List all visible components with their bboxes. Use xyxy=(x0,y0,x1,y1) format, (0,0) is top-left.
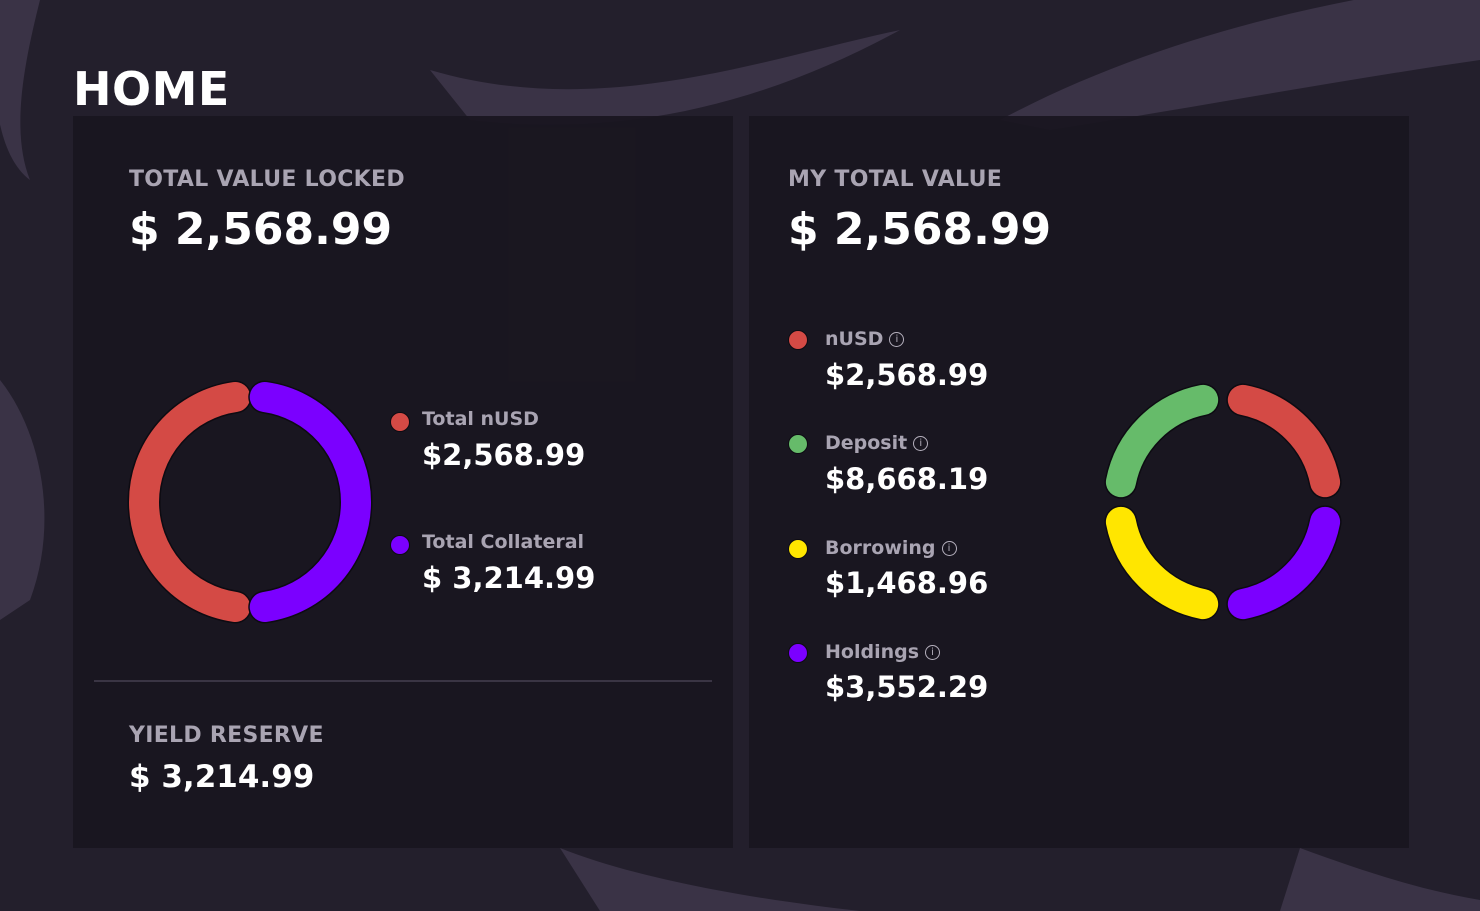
legend-label-total-nusd: Total nUSD xyxy=(422,408,539,430)
my-donut-segment-borrowing xyxy=(1104,505,1220,621)
legend-value-holdings: $3,552.29 xyxy=(825,670,989,704)
legend-label-deposit-text: Deposit xyxy=(825,432,908,454)
legend-label-nusd: nUSD i xyxy=(825,328,905,350)
info-icon[interactable]: i xyxy=(889,331,905,347)
my-donut-segment-deposit xyxy=(1104,383,1220,499)
tvl-donut-segment-total-collateral xyxy=(248,380,373,624)
legend-dot-borrowing xyxy=(788,539,808,559)
legend-dot-total-collateral xyxy=(390,535,410,555)
my-donut-segment-nusd xyxy=(1226,383,1342,499)
legend-value-total-nusd: $2,568.99 xyxy=(422,438,586,472)
legend-label-holdings: Holdings i xyxy=(825,641,941,663)
page-title: HOME xyxy=(73,62,230,116)
info-icon[interactable]: i xyxy=(941,540,957,556)
tvl-label: TOTAL VALUE LOCKED xyxy=(129,167,405,192)
my-total-value-label: MY TOTAL VALUE xyxy=(788,167,1003,192)
legend-label-holdings-text: Holdings xyxy=(825,641,920,663)
legend-label-total-collateral: Total Collateral xyxy=(422,531,585,553)
legend-dot-total-nusd xyxy=(390,412,410,432)
my-donut-segment-holdings xyxy=(1226,505,1342,621)
my-total-value: $ 2,568.99 xyxy=(788,204,1052,255)
my-value-donut-chart xyxy=(1104,383,1342,621)
legend-dot-holdings xyxy=(788,643,808,663)
legend-dot-deposit xyxy=(788,434,808,454)
legend-label-nusd-text: nUSD xyxy=(825,328,884,350)
yield-reserve-value: $ 3,214.99 xyxy=(129,759,315,795)
legend-value-deposit: $8,668.19 xyxy=(825,462,989,496)
legend-label-borrowing: Borrowing i xyxy=(825,537,957,559)
legend-value-total-collateral: $ 3,214.99 xyxy=(422,561,596,595)
tvl-value: $ 2,568.99 xyxy=(129,204,393,255)
tvl-donut-chart xyxy=(127,380,373,624)
info-icon[interactable]: i xyxy=(925,644,941,660)
legend-label-deposit: Deposit i xyxy=(825,432,929,454)
legend-label-borrowing-text: Borrowing xyxy=(825,537,936,559)
total-value-locked-panel: TOTAL VALUE LOCKED $ 2,568.99 Total nUSD… xyxy=(73,116,733,848)
tvl-donut-segment-total-nusd xyxy=(127,380,252,624)
divider xyxy=(94,680,712,682)
info-icon[interactable]: i xyxy=(913,435,929,451)
legend-dot-nusd xyxy=(788,330,808,350)
my-total-value-panel: MY TOTAL VALUE $ 2,568.99 nUSD i $2,568.… xyxy=(749,116,1409,848)
legend-value-borrowing: $1,468.96 xyxy=(825,566,989,600)
yield-reserve-label: YIELD RESERVE xyxy=(129,723,324,748)
legend-value-nusd: $2,568.99 xyxy=(825,358,989,392)
